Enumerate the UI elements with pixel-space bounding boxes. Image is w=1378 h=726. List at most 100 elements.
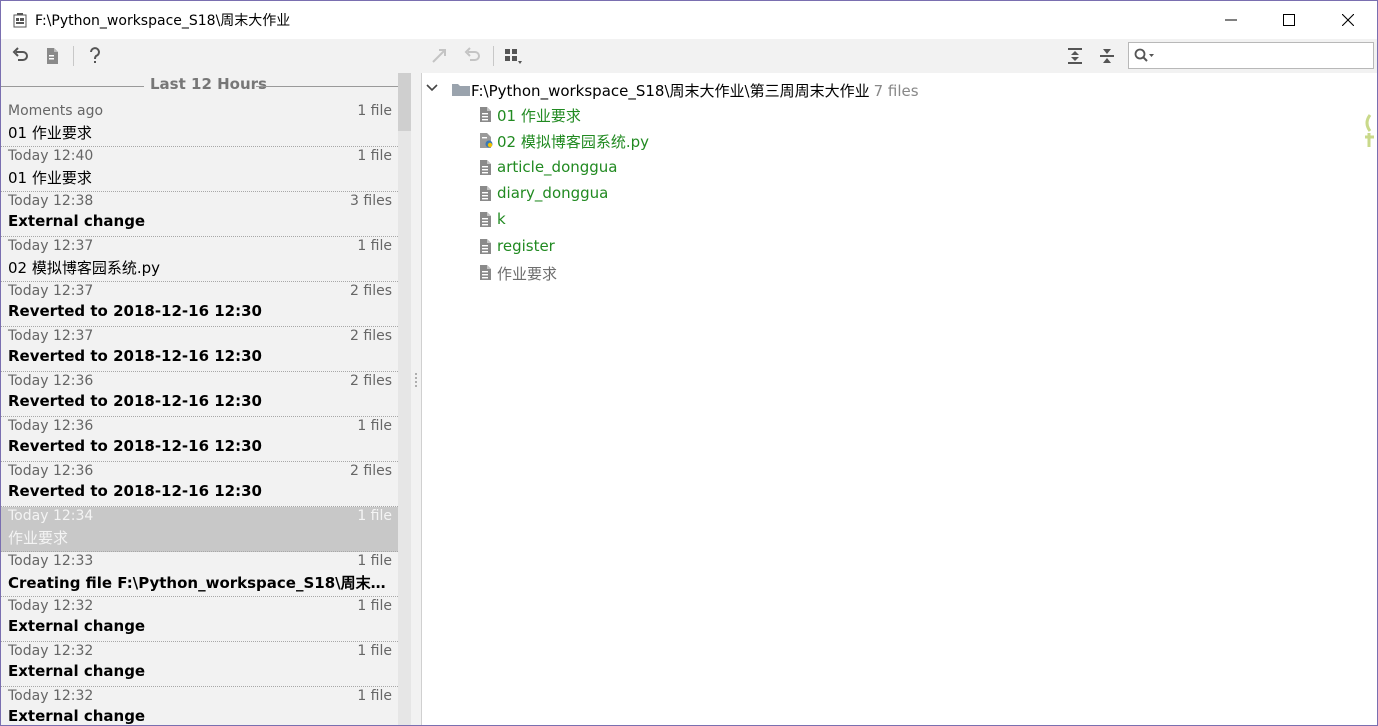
- history-row[interactable]: Moments ago 1 file 01 作业要求: [1, 102, 398, 147]
- tree-file-name: k: [497, 210, 506, 229]
- history-row-time: Moments ago: [8, 103, 104, 119]
- text-file-icon: [480, 212, 491, 228]
- scroll-thumb[interactable]: [398, 73, 411, 131]
- tree-file-name: register: [497, 236, 555, 255]
- group-by-button[interactable]: [503, 45, 525, 67]
- tree-root-node[interactable]: F:\Python_workspace_S18\周末大作业\第三周周末大作业 7 …: [422, 77, 1362, 101]
- text-file-icon: [480, 107, 491, 122]
- history-row[interactable]: Today 12:36 2 files Reverted to 2018-12-16…: [1, 462, 398, 507]
- history-row-label: 01 作业要求: [8, 124, 92, 142]
- history-row-time: Today 12:32: [8, 688, 94, 704]
- history-row[interactable]: Today 12:34 1 file 作业要求: [1, 507, 398, 552]
- history-row[interactable]: Today 12:32 1 file External change: [1, 597, 398, 642]
- tree-file-name: 作业要求: [497, 264, 558, 283]
- close-button[interactable]: [1319, 1, 1377, 39]
- show-file-button[interactable]: [41, 45, 63, 67]
- history-row-label: Reverted to 2018-12-16 12:30: [8, 482, 262, 500]
- history-row[interactable]: Today 12:36 2 files Reverted to 2018-12-16…: [1, 372, 398, 417]
- tree-file-item[interactable]: 01 作业要求: [476, 102, 1076, 128]
- toolbar-separator: [73, 46, 74, 66]
- minimize-icon: [1225, 19, 1237, 21]
- text-file-icon: [480, 264, 491, 280]
- history-row[interactable]: Today 12:36 1 file Reverted to 2018-12-16 …: [1, 417, 398, 462]
- history-row-file-count: 2 files: [350, 283, 392, 299]
- panel-splitter[interactable]: [411, 73, 422, 725]
- history-row-time: Today 12:38: [8, 193, 94, 209]
- tree-file-item[interactable]: diary_donggua: [476, 181, 1076, 207]
- group-by-icon: [505, 49, 522, 64]
- history-row-label: External change: [8, 617, 146, 635]
- history-row-time: Today 12:34: [8, 508, 94, 524]
- history-row-label: External change: [8, 212, 146, 230]
- search-field[interactable]: [1128, 42, 1374, 69]
- history-group-header: Last 12 Hours: [1, 73, 398, 99]
- tree-file-name: 02 模拟博客园系统.py: [497, 133, 650, 152]
- history-row-file-count: 1 file: [357, 508, 392, 524]
- tree-file-item[interactable]: 02 模拟博客园系统.py: [476, 128, 1076, 154]
- window-title: F:\Python_workspace_S18\周末大作业: [35, 13, 291, 29]
- history-row-time: Today 12:36: [8, 418, 94, 434]
- text-file-icon: [480, 159, 491, 175]
- history-row[interactable]: Today 12:38 3 files External change: [1, 192, 398, 237]
- decorative-mark-icon: [1365, 114, 1374, 147]
- tree-file-item[interactable]: k: [476, 207, 1076, 233]
- history-row-time: Today 12:40: [8, 148, 94, 164]
- root-path-text: F:\Python_workspace_S18\周末大作业\第三周周末大作业: [471, 82, 870, 100]
- revert-button[interactable]: [10, 45, 32, 67]
- history-row[interactable]: Today 12:32 1 file External change: [1, 687, 398, 725]
- history-row-label: External change: [8, 662, 146, 680]
- title-bar: F:\Python_workspace_S18\周末大作业: [1, 1, 1377, 39]
- history-row-file-count: 2 files: [350, 463, 392, 479]
- history-row-file-count: 1 file: [357, 553, 392, 569]
- collapse-all-button[interactable]: [1096, 45, 1118, 67]
- header-divider: [256, 86, 398, 87]
- history-row-time: Today 12:37: [8, 328, 94, 344]
- minimize-button[interactable]: [1202, 1, 1260, 39]
- history-row[interactable]: Today 12:37 2 files Reverted to 2018-12-16…: [1, 327, 398, 372]
- history-row-time: Today 12:32: [8, 643, 94, 659]
- history-row-file-count: 1 file: [357, 148, 392, 164]
- undo-icon: [464, 47, 480, 61]
- tree-root-label: F:\Python_workspace_S18\周末大作业\第三周周末大作业 7 …: [471, 80, 919, 101]
- history-row[interactable]: Today 12:37 1 file 02 模拟博客园系统.py: [1, 237, 398, 282]
- tree-file-item[interactable]: 作业要求: [476, 260, 1076, 286]
- history-row-time: Today 12:37: [8, 283, 94, 299]
- undo-button[interactable]: [462, 45, 484, 67]
- history-row-file-count: 3 files: [350, 193, 392, 209]
- history-row[interactable]: Today 12:33 1 file Creating file F:\Python…: [1, 552, 398, 597]
- history-row-label: External change: [8, 707, 146, 725]
- chevron-down-icon[interactable]: [426, 82, 438, 94]
- history-row-time: Today 12:33: [8, 553, 94, 569]
- folder-icon: [452, 84, 470, 96]
- history-row-file-count: 1 file: [357, 418, 392, 434]
- history-group-label: Last 12 Hours: [150, 75, 267, 93]
- tree-file-name: diary_donggua: [497, 183, 609, 202]
- history-row-time: Today 12:36: [8, 373, 94, 389]
- history-scrollbar[interactable]: [398, 73, 411, 725]
- app-icon: [13, 13, 27, 28]
- search-icon: [1134, 48, 1154, 62]
- expand-all-button[interactable]: [1064, 45, 1086, 67]
- local-history-window: F:\Python_workspace_S18\周末大作业 Last 12 Ho…: [0, 0, 1378, 726]
- toolbar: [1, 39, 1377, 74]
- history-row[interactable]: Today 12:32 1 file External change: [1, 642, 398, 687]
- history-row-file-count: 1 file: [357, 598, 392, 614]
- merge-icon: [432, 49, 446, 63]
- maximize-icon: [1283, 14, 1295, 26]
- history-row-time: Today 12:36: [8, 463, 94, 479]
- merge-button[interactable]: [428, 45, 450, 67]
- tree-file-item[interactable]: article_donggua: [476, 155, 1076, 181]
- changes-tree-panel: F:\Python_workspace_S18\周末大作业\第三周周末大作业 7 …: [422, 73, 1377, 725]
- help-button[interactable]: [84, 45, 106, 67]
- history-row[interactable]: Today 12:37 2 files Reverted to 2018-12-16…: [1, 282, 398, 327]
- maximize-button[interactable]: [1260, 1, 1318, 39]
- text-file-icon: [480, 185, 491, 201]
- history-row-file-count: 2 files: [350, 328, 392, 344]
- history-row[interactable]: Today 12:40 1 file 01 作业要求: [1, 147, 398, 192]
- history-row-time: Today 12:37: [8, 238, 94, 254]
- expand-all-icon: [1068, 48, 1082, 64]
- history-row-file-count: 1 file: [357, 643, 392, 659]
- document-icon: [47, 48, 58, 64]
- tree-file-item[interactable]: register: [476, 234, 1076, 260]
- help-icon: [90, 47, 100, 63]
